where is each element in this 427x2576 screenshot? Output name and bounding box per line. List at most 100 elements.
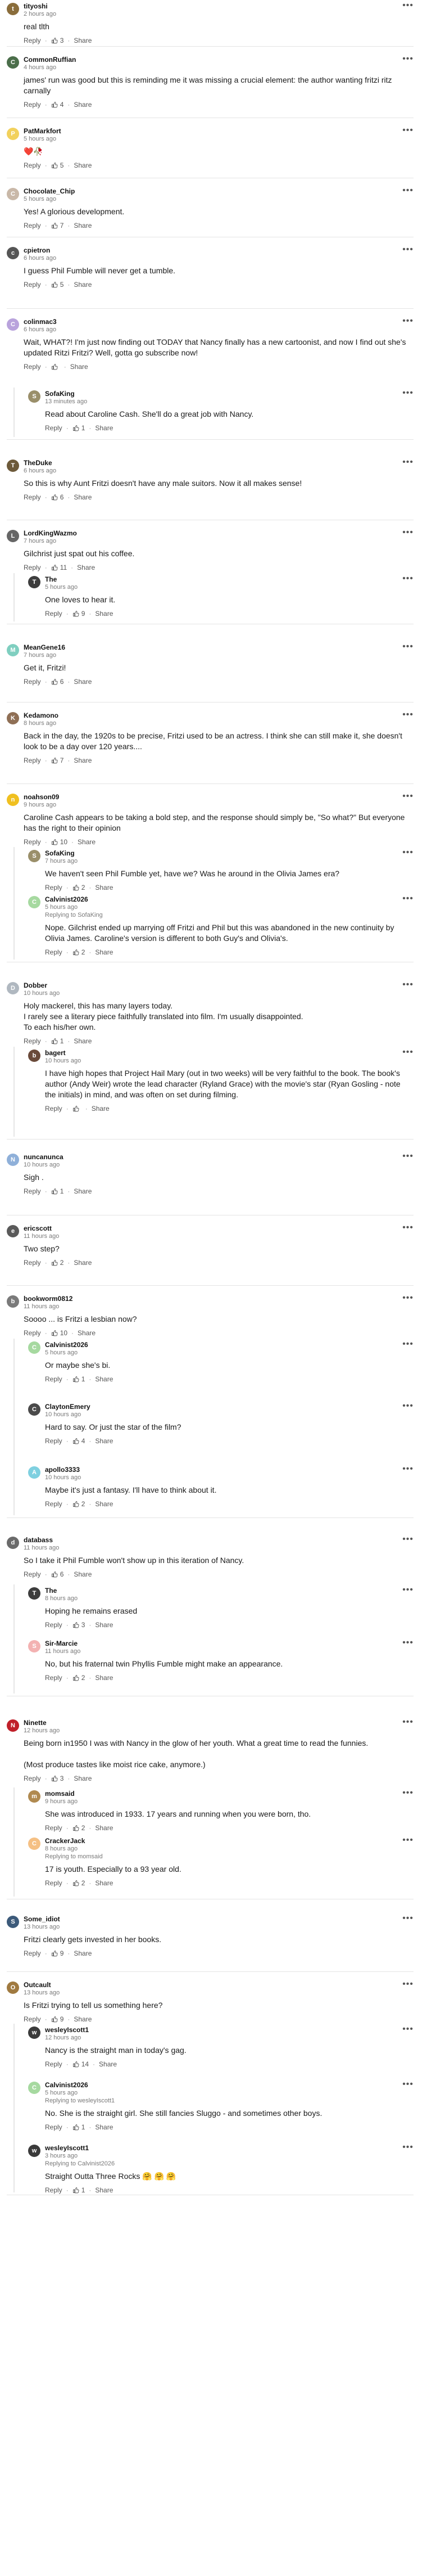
more-options-icon[interactable]: ••• bbox=[402, 317, 414, 326]
comment-author[interactable]: apollo3333 bbox=[45, 1466, 81, 1474]
more-options-icon[interactable]: ••• bbox=[402, 1586, 414, 1595]
avatar[interactable]: w bbox=[28, 2026, 40, 2039]
avatar[interactable]: w bbox=[28, 2145, 40, 2157]
more-options-icon[interactable]: ••• bbox=[402, 126, 414, 135]
share-button[interactable]: Share bbox=[74, 2015, 92, 2023]
more-options-icon[interactable]: ••• bbox=[402, 980, 414, 989]
avatar[interactable]: L bbox=[7, 530, 19, 542]
avatar[interactable]: S bbox=[28, 850, 40, 862]
like-button[interactable]: 2 bbox=[51, 1259, 63, 1267]
more-options-icon[interactable]: ••• bbox=[402, 1402, 414, 1411]
avatar[interactable]: t bbox=[7, 3, 19, 15]
more-options-icon[interactable]: ••• bbox=[402, 186, 414, 195]
like-button[interactable]: 7 bbox=[51, 756, 63, 764]
like-button[interactable]: 3 bbox=[51, 1775, 63, 1782]
reply-button[interactable]: Reply bbox=[24, 281, 41, 289]
more-options-icon[interactable]: ••• bbox=[402, 1638, 414, 1647]
share-button[interactable]: Share bbox=[74, 493, 92, 501]
reply-button[interactable]: Reply bbox=[24, 363, 41, 371]
reply-button[interactable]: Reply bbox=[24, 1949, 41, 1957]
comment-author[interactable]: colinmac3 bbox=[24, 318, 57, 326]
reply-button[interactable]: Reply bbox=[24, 493, 41, 501]
reply-button[interactable]: Reply bbox=[24, 161, 41, 169]
avatar[interactable]: S bbox=[28, 390, 40, 403]
comment-author[interactable]: bookworm0812 bbox=[24, 1295, 72, 1303]
comment-author[interactable]: The bbox=[45, 575, 78, 583]
share-button[interactable]: Share bbox=[70, 363, 88, 371]
avatar[interactable]: C bbox=[7, 188, 19, 200]
reply-button[interactable]: Reply bbox=[45, 948, 62, 956]
share-button[interactable]: Share bbox=[95, 1437, 113, 1445]
reply-button[interactable]: Reply bbox=[24, 756, 41, 764]
comment-author[interactable]: wesleyIscott1 bbox=[45, 2144, 115, 2152]
replying-to[interactable]: Replying to Calvinist2026 bbox=[45, 2160, 115, 2168]
like-button[interactable]: 5 bbox=[51, 281, 63, 289]
more-options-icon[interactable]: ••• bbox=[402, 1152, 414, 1161]
like-button[interactable] bbox=[51, 363, 60, 370]
reply-button[interactable]: Reply bbox=[45, 1437, 62, 1445]
more-options-icon[interactable]: ••• bbox=[402, 245, 414, 254]
like-button[interactable]: 14 bbox=[72, 2060, 89, 2068]
comment-author[interactable]: PatMarkfort bbox=[24, 127, 61, 135]
like-button[interactable]: 2 bbox=[72, 1674, 85, 1682]
share-button[interactable]: Share bbox=[74, 1570, 92, 1578]
comment-author[interactable]: noahson09 bbox=[24, 793, 59, 801]
like-button[interactable]: 1 bbox=[72, 1375, 85, 1383]
more-options-icon[interactable]: ••• bbox=[402, 2025, 414, 2034]
avatar[interactable]: O bbox=[7, 1981, 19, 1994]
reply-button[interactable]: Reply bbox=[24, 1570, 41, 1578]
share-button[interactable]: Share bbox=[99, 2060, 117, 2068]
reply-button[interactable]: Reply bbox=[24, 1037, 41, 1045]
share-button[interactable]: Share bbox=[74, 101, 92, 109]
comment-author[interactable]: Chocolate_Chip bbox=[24, 187, 75, 195]
avatar[interactable]: m bbox=[28, 1790, 40, 1803]
comment-author[interactable]: Calvinist2026 bbox=[45, 1341, 88, 1349]
share-button[interactable]: Share bbox=[74, 222, 92, 229]
share-button[interactable]: Share bbox=[74, 281, 92, 289]
reply-button[interactable]: Reply bbox=[24, 37, 41, 44]
comment-author[interactable]: Kedamono bbox=[24, 711, 58, 719]
comment-author[interactable]: nuncanunca bbox=[24, 1153, 63, 1161]
reply-button[interactable]: Reply bbox=[45, 2123, 62, 2131]
share-button[interactable]: Share bbox=[78, 838, 96, 846]
reply-button[interactable]: Reply bbox=[45, 610, 62, 618]
share-button[interactable]: Share bbox=[74, 1259, 92, 1267]
comment-author[interactable]: bagert bbox=[45, 1049, 81, 1057]
comment-author[interactable]: MeanGene16 bbox=[24, 643, 65, 651]
more-options-icon[interactable]: ••• bbox=[402, 1980, 414, 1989]
share-button[interactable]: Share bbox=[95, 1621, 113, 1629]
like-button[interactable]: 2 bbox=[72, 948, 85, 956]
like-button[interactable]: 10 bbox=[51, 1329, 67, 1337]
comment-author[interactable]: Calvinist2026 bbox=[45, 895, 103, 903]
reply-button[interactable]: Reply bbox=[45, 2186, 62, 2194]
reply-button[interactable]: Reply bbox=[45, 1824, 62, 1832]
share-button[interactable]: Share bbox=[74, 37, 92, 44]
like-button[interactable]: 1 bbox=[72, 2123, 85, 2131]
like-button[interactable]: 4 bbox=[51, 101, 63, 109]
comment-author[interactable]: Outcault bbox=[24, 1981, 60, 1989]
share-button[interactable]: Share bbox=[74, 1037, 92, 1045]
more-options-icon[interactable]: ••• bbox=[402, 1340, 414, 1349]
share-button[interactable]: Share bbox=[74, 678, 92, 686]
more-options-icon[interactable]: ••• bbox=[402, 710, 414, 719]
comment-author[interactable]: databass bbox=[24, 1536, 59, 1544]
comment-author[interactable]: Dobber bbox=[24, 981, 60, 989]
avatar[interactable]: T bbox=[28, 1587, 40, 1600]
share-button[interactable]: Share bbox=[74, 161, 92, 169]
avatar[interactable]: T bbox=[28, 576, 40, 588]
more-options-icon[interactable]: ••• bbox=[402, 894, 414, 903]
comment-author[interactable]: ericscott bbox=[24, 1224, 59, 1232]
like-button[interactable]: 9 bbox=[51, 1949, 63, 1957]
share-button[interactable]: Share bbox=[74, 1187, 92, 1195]
avatar[interactable]: c bbox=[7, 247, 19, 259]
comment-author[interactable]: Calvinist2026 bbox=[45, 2081, 115, 2089]
comment-author[interactable]: CommonRuffian bbox=[24, 56, 76, 64]
like-button[interactable]: 3 bbox=[51, 37, 63, 44]
comment-author[interactable]: Some_idiot bbox=[24, 1915, 60, 1923]
like-button[interactable]: 4 bbox=[72, 1437, 85, 1445]
more-options-icon[interactable]: ••• bbox=[402, 642, 414, 651]
more-options-icon[interactable]: ••• bbox=[402, 389, 414, 398]
share-button[interactable]: Share bbox=[95, 1674, 113, 1682]
more-options-icon[interactable]: ••• bbox=[402, 1836, 414, 1845]
comment-author[interactable]: CrackerJack bbox=[45, 1837, 103, 1845]
